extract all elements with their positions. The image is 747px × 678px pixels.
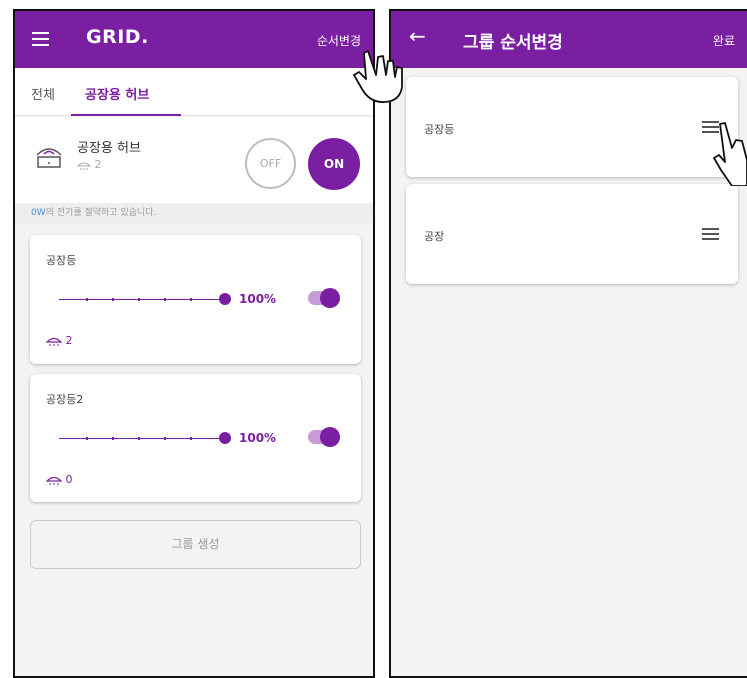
tab-factory-hub[interactable]: 공장용 허브 [85,84,149,103]
app-bar: ← 그룹 순서변경 완료 [391,11,747,68]
hub-device-count: 2 [76,158,102,171]
create-group-button[interactable]: 그룹 생성 [30,520,361,569]
slider-tick [138,298,140,301]
saving-text: 의 전기를 절약하고 있습니다. [45,208,157,218]
saving-watts: 0W [31,208,46,218]
lamp-icon [76,162,92,170]
group-name: 공장 [424,230,445,243]
hub-count-value: 2 [94,158,102,171]
group-device-count: 0 [45,473,73,486]
slider-tick [164,298,166,301]
group-power-switch[interactable] [308,288,340,308]
slider-tick [86,298,88,301]
slider-tick [190,437,192,440]
group-name: 공장등2 [46,393,84,406]
slider-tick [164,437,166,440]
hub-name: 공장용 허브 [77,141,141,156]
group-count-value: 0 [65,473,73,486]
brightness-value: 100% [239,292,277,306]
hub-off-button[interactable]: OFF [245,138,296,189]
lamp-icon [45,337,63,346]
energy-saving-notice: 0W의 전기를 절약하고 있습니다. [15,203,373,223]
brightness-slider-track[interactable] [59,299,224,300]
slider-tick [86,437,88,440]
canvas: GRID. 순서변경 전체 공장용 허브 공장용 허브 2 OFF ON 0W의… [0,0,747,678]
group-power-switch[interactable] [308,427,340,447]
hand-pointer-icon [713,122,747,186]
hand-pointer-icon [353,50,403,103]
tab-bar: 전체 공장용 허브 [15,68,373,116]
slider-tick [138,437,140,440]
app-bar: GRID. 순서변경 [15,11,373,68]
tab-all[interactable]: 전체 [31,84,55,103]
group-name: 공장등 [424,123,455,136]
main-screen: GRID. 순서변경 전체 공장용 허브 공장용 허브 2 OFF ON 0W의… [13,9,375,678]
group-name: 공장등 [46,254,77,267]
reorder-item[interactable]: 공장 [406,184,738,284]
page-title: 그룹 순서변경 [463,33,563,53]
brightness-slider-thumb[interactable] [219,432,231,444]
hub-on-button[interactable]: ON [308,138,360,190]
slider-tick [112,298,114,301]
brightness-slider-track[interactable] [59,438,224,439]
slider-tick [112,437,114,440]
group-card[interactable]: 공장등2 100% 0 [30,374,361,502]
switch-knob [320,427,340,447]
lamp-icon [45,476,63,485]
slider-tick [190,298,192,301]
hub-icon [36,148,62,168]
switch-knob [320,288,340,308]
brightness-value: 100% [239,431,277,445]
hub-row: 공장용 허브 2 OFF ON [15,117,373,203]
drag-handle-icon[interactable] [702,228,719,240]
done-button[interactable]: 완료 [713,32,735,49]
menu-icon[interactable] [32,32,49,46]
brightness-slider-thumb[interactable] [219,293,231,305]
back-icon[interactable]: ← [409,26,426,46]
group-device-count: 2 [45,334,73,347]
tab-indicator [71,114,181,116]
reorder-item[interactable]: 공장등 [406,77,738,177]
reorder-screen: ← 그룹 순서변경 완료 공장등 공장 [389,9,747,678]
brand-logo: GRID. [86,26,149,48]
group-count-value: 2 [65,334,73,347]
group-card[interactable]: 공장등 100% 2 [30,235,361,364]
